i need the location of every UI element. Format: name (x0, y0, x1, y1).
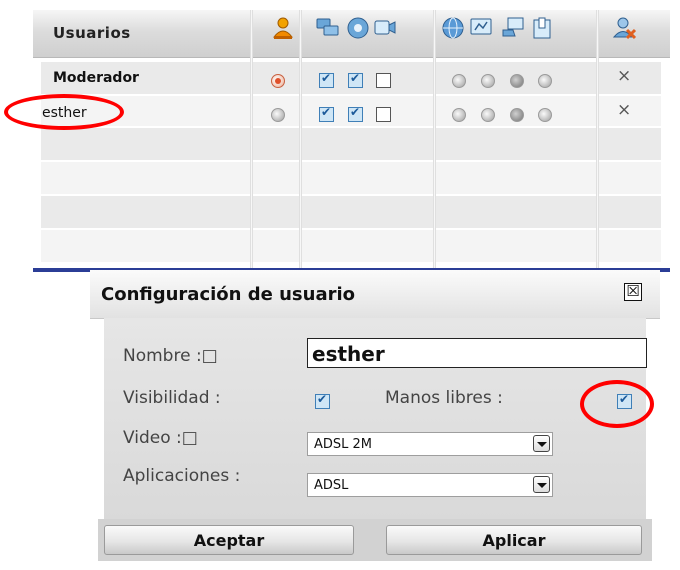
moderator-radio-moderador[interactable] (271, 74, 285, 88)
visibility-checkbox[interactable] (315, 392, 330, 409)
hands-free-label: Manos libres : (385, 388, 503, 408)
audio-icon (347, 17, 369, 39)
apps-label: Aplicaciones : (123, 466, 241, 486)
remove-user-button[interactable]: × (617, 66, 631, 86)
users-panel: Usuarios Moderador ✔ ✔ × esther ✔ ✔ × (33, 10, 670, 272)
moderator-icon (272, 17, 294, 39)
apps-select-value: ADSL (314, 478, 349, 493)
audio-checkbox-esther[interactable] (348, 105, 363, 122)
dialog-title: Configuración de usuario (101, 284, 356, 305)
column-separator (250, 10, 253, 272)
visibility-label: Visibilidad : (123, 388, 221, 408)
row-band (41, 230, 661, 262)
chevron-down-icon[interactable] (533, 476, 550, 493)
remove-user-button[interactable]: × (617, 100, 631, 120)
column-separator (299, 10, 302, 272)
row-band (41, 196, 661, 228)
apply-button[interactable]: Aplicar (386, 525, 642, 555)
whiteboard-icon (470, 18, 492, 35)
whiteboard-radio-esther[interactable] (481, 108, 495, 122)
video-icon (374, 20, 396, 35)
video-checkbox-esther[interactable] (376, 107, 391, 122)
name-input[interactable]: esther (307, 338, 647, 368)
apps-select[interactable]: ADSL (307, 473, 553, 497)
row-band (41, 128, 661, 160)
video-label: Video :□ (123, 428, 198, 448)
column-separator (596, 10, 599, 272)
chat-checkbox-esther[interactable] (319, 105, 334, 122)
row-band (41, 162, 661, 194)
name-label: Nombre :□ (123, 346, 218, 366)
chat-checkbox-moderador[interactable] (319, 71, 334, 88)
audio-checkbox-moderador[interactable] (348, 71, 363, 88)
annotation-ellipse-hands-free (580, 380, 654, 428)
share-icon (502, 17, 524, 37)
video-checkbox-moderador[interactable] (376, 73, 391, 88)
globe-radio-moderador[interactable] (452, 74, 466, 88)
moderator-radio-esther[interactable] (271, 108, 285, 122)
clipboard-radio-esther[interactable] (538, 108, 552, 122)
close-button[interactable]: ☒ (624, 283, 642, 301)
chat-icon (316, 18, 339, 36)
user-config-dialog: Configuración de usuario ☒ Nombre :□ est… (90, 270, 660, 567)
column-separator (433, 10, 436, 272)
video-select-value: ADSL 2M (314, 437, 373, 452)
users-title: Usuarios (53, 24, 131, 42)
chevron-down-icon[interactable] (533, 435, 550, 452)
globe-radio-esther[interactable] (452, 108, 466, 122)
accept-button[interactable]: Aceptar (104, 525, 354, 555)
clipboard-icon (533, 17, 551, 39)
annotation-ellipse-user (4, 94, 124, 130)
share-radio-esther[interactable] (510, 108, 524, 122)
remove-user-icon (613, 17, 637, 40)
globe-icon (442, 17, 464, 39)
clipboard-radio-moderador[interactable] (538, 74, 552, 88)
whiteboard-radio-moderador[interactable] (481, 74, 495, 88)
video-select[interactable]: ADSL 2M (307, 432, 553, 456)
user-name-moderador[interactable]: Moderador (53, 70, 139, 86)
share-radio-moderador[interactable] (510, 74, 524, 88)
